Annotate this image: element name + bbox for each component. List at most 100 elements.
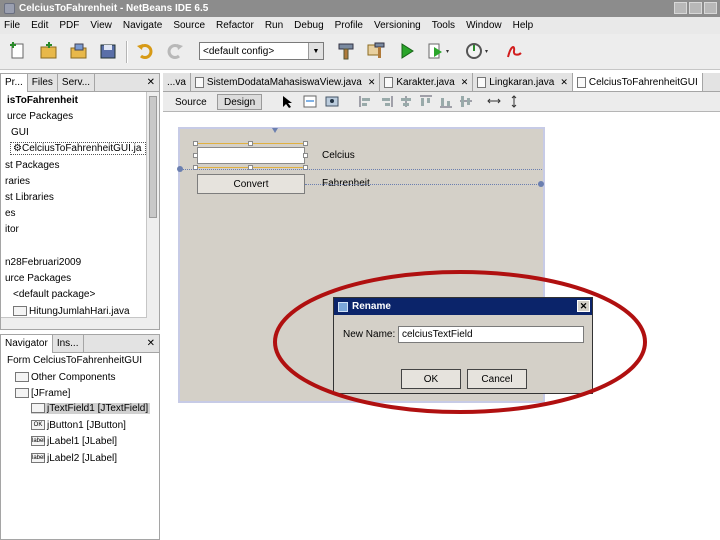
save-all-icon[interactable] — [98, 41, 120, 61]
tree-project-2[interactable]: n28Februari2009 — [5, 257, 81, 268]
change-horizontal-resize-icon[interactable] — [487, 95, 501, 108]
nav-other-components[interactable]: Other Components — [15, 372, 116, 383]
celcius-label[interactable]: Celcius — [322, 150, 355, 161]
menu-refactor[interactable]: Refactor — [216, 20, 254, 31]
config-select[interactable]: <default config> ▼ — [199, 42, 324, 60]
tree-files[interactable]: es — [5, 208, 16, 219]
menu-view[interactable]: View — [90, 20, 112, 31]
new-file-icon[interactable] — [8, 41, 30, 61]
scrollbar-thumb[interactable] — [149, 96, 157, 218]
close-tab-icon[interactable]: ✕ — [368, 77, 376, 88]
align-left-icon[interactable] — [359, 95, 373, 108]
align-right-icon[interactable] — [379, 95, 393, 108]
align-top-icon[interactable] — [419, 95, 433, 108]
nav-button-node[interactable]: OK jButton1 [JButton] — [31, 420, 126, 431]
editor-tab-2[interactable]: Karakter.java ✕ — [380, 73, 474, 91]
redo-icon[interactable] — [164, 41, 186, 61]
celcius-text-field[interactable] — [197, 147, 305, 164]
menu-file[interactable]: File — [4, 20, 20, 31]
close-tab-icon[interactable]: ✕ — [560, 77, 568, 88]
menu-window[interactable]: Window — [466, 20, 502, 31]
resize-handle[interactable] — [193, 153, 198, 158]
tab-navigator[interactable]: Navigator — [1, 335, 53, 353]
tree-project-node[interactable]: isToFahrenheit — [7, 95, 78, 106]
undo-icon[interactable] — [134, 41, 156, 61]
nav-textfield-node[interactable]: jTextField1 [JTextField] — [31, 403, 151, 414]
design-view-button[interactable]: Design — [217, 94, 263, 110]
center-horizontally-icon[interactable] — [399, 95, 413, 108]
tree-java-file-label: HitungJumlahHari.java — [29, 306, 130, 317]
source-view-button[interactable]: Source — [169, 94, 213, 110]
tree-monitor[interactable]: itor — [5, 224, 19, 235]
window-title-bar[interactable]: CelciusToFahrenheit - NetBeans IDE 6.5 — [0, 0, 720, 17]
editor-tab-1[interactable]: SistemDodataMahasiswaView.java ✕ — [191, 73, 381, 91]
close-window-button[interactable] — [704, 2, 717, 14]
tree-default-package[interactable]: <default package> — [13, 289, 95, 300]
ok-button[interactable]: OK — [401, 369, 461, 389]
selection-mode-icon[interactable] — [281, 95, 295, 108]
menu-edit[interactable]: Edit — [31, 20, 48, 31]
menu-tools[interactable]: Tools — [432, 20, 455, 31]
debug-icon[interactable] — [426, 41, 449, 61]
nav-form-node[interactable]: Form CelciusToFahrenheitGUI — [7, 355, 142, 366]
new-name-input[interactable] — [398, 326, 584, 343]
profile-icon[interactable] — [464, 41, 488, 61]
menu-help[interactable]: Help — [513, 20, 534, 31]
vertical-scrollbar[interactable] — [146, 92, 159, 329]
tab-navigator-label: Navigator — [5, 338, 48, 349]
menu-navigate[interactable]: Navigate — [123, 20, 162, 31]
nav-label1-node[interactable]: label jLabel1 [JLabel] — [31, 436, 117, 447]
build-hammer-icon[interactable] — [336, 41, 358, 61]
resize-handle[interactable] — [303, 141, 308, 146]
open-project-icon[interactable] — [68, 41, 90, 61]
tab-files[interactable]: Files — [28, 74, 58, 92]
minimize-button[interactable] — [674, 2, 687, 14]
tree-test-libraries[interactable]: st Libraries — [5, 192, 54, 203]
pdf-export-icon[interactable] — [503, 41, 525, 61]
resize-handle[interactable] — [193, 141, 198, 146]
toolbar-separator — [126, 41, 128, 63]
resize-handle[interactable] — [303, 153, 308, 158]
tree-source-packages[interactable]: urce Packages — [7, 111, 73, 122]
menu-run[interactable]: Run — [265, 20, 283, 31]
center-vertically-icon[interactable] — [459, 95, 473, 108]
maximize-button[interactable] — [689, 2, 702, 14]
cancel-button[interactable]: Cancel — [467, 369, 527, 389]
tree-java-file[interactable]: HitungJumlahHari.java — [13, 306, 130, 317]
clean-build-icon[interactable] — [366, 41, 388, 61]
editor-tab-0[interactable]: ...va — [163, 73, 191, 91]
tree-test-packages[interactable]: st Packages — [5, 160, 59, 171]
tab-projects[interactable]: Pr... — [1, 74, 28, 92]
chevron-down-icon[interactable]: ▼ — [308, 43, 323, 59]
nav-jframe[interactable]: [JFrame] — [15, 388, 70, 399]
nav-label2-node[interactable]: label jLabel2 [JLabel] — [31, 453, 117, 464]
close-panel-icon[interactable]: ✕ — [147, 77, 155, 88]
editor-tab-3[interactable]: Lingkaran.java ✕ — [473, 73, 573, 91]
menu-debug[interactable]: Debug — [294, 20, 323, 31]
close-tab-icon[interactable]: ✕ — [461, 77, 469, 88]
change-vertical-resize-icon[interactable] — [507, 95, 521, 108]
menu-pdf[interactable]: PDF — [59, 20, 79, 31]
connection-mode-icon[interactable] — [303, 95, 317, 108]
tree-libraries[interactable]: raries — [5, 176, 30, 187]
close-dialog-icon[interactable]: ✕ — [577, 300, 590, 312]
menu-versioning[interactable]: Versioning — [374, 20, 421, 31]
new-project-icon[interactable] — [38, 41, 60, 61]
tab-services[interactable]: Serv... — [58, 74, 96, 92]
preview-design-icon[interactable] — [325, 95, 339, 108]
tree-source-packages-2[interactable]: urce Packages — [5, 273, 71, 284]
folder-icon — [15, 372, 29, 383]
align-bottom-icon[interactable] — [439, 95, 453, 108]
resize-handle[interactable] — [248, 141, 253, 146]
editor-tab-4[interactable]: CelciusToFahrenheitGUI — [572, 73, 703, 91]
tab-inspector[interactable]: Ins... — [53, 335, 84, 353]
horizontal-scrollbar[interactable] — [1, 317, 147, 329]
close-navigator-icon[interactable]: ✕ — [147, 338, 155, 349]
rename-dialog-titlebar[interactable]: Rename ✕ — [334, 298, 592, 315]
menu-profile[interactable]: Profile — [335, 20, 363, 31]
tree-gui-package[interactable]: GUI — [11, 127, 29, 138]
tree-selected-file[interactable]: ⚙CelciusToFahrenheitGUI.ja — [10, 142, 146, 155]
run-icon[interactable] — [396, 41, 418, 61]
menu-source[interactable]: Source — [173, 20, 205, 31]
convert-button[interactable]: Convert — [197, 174, 305, 194]
